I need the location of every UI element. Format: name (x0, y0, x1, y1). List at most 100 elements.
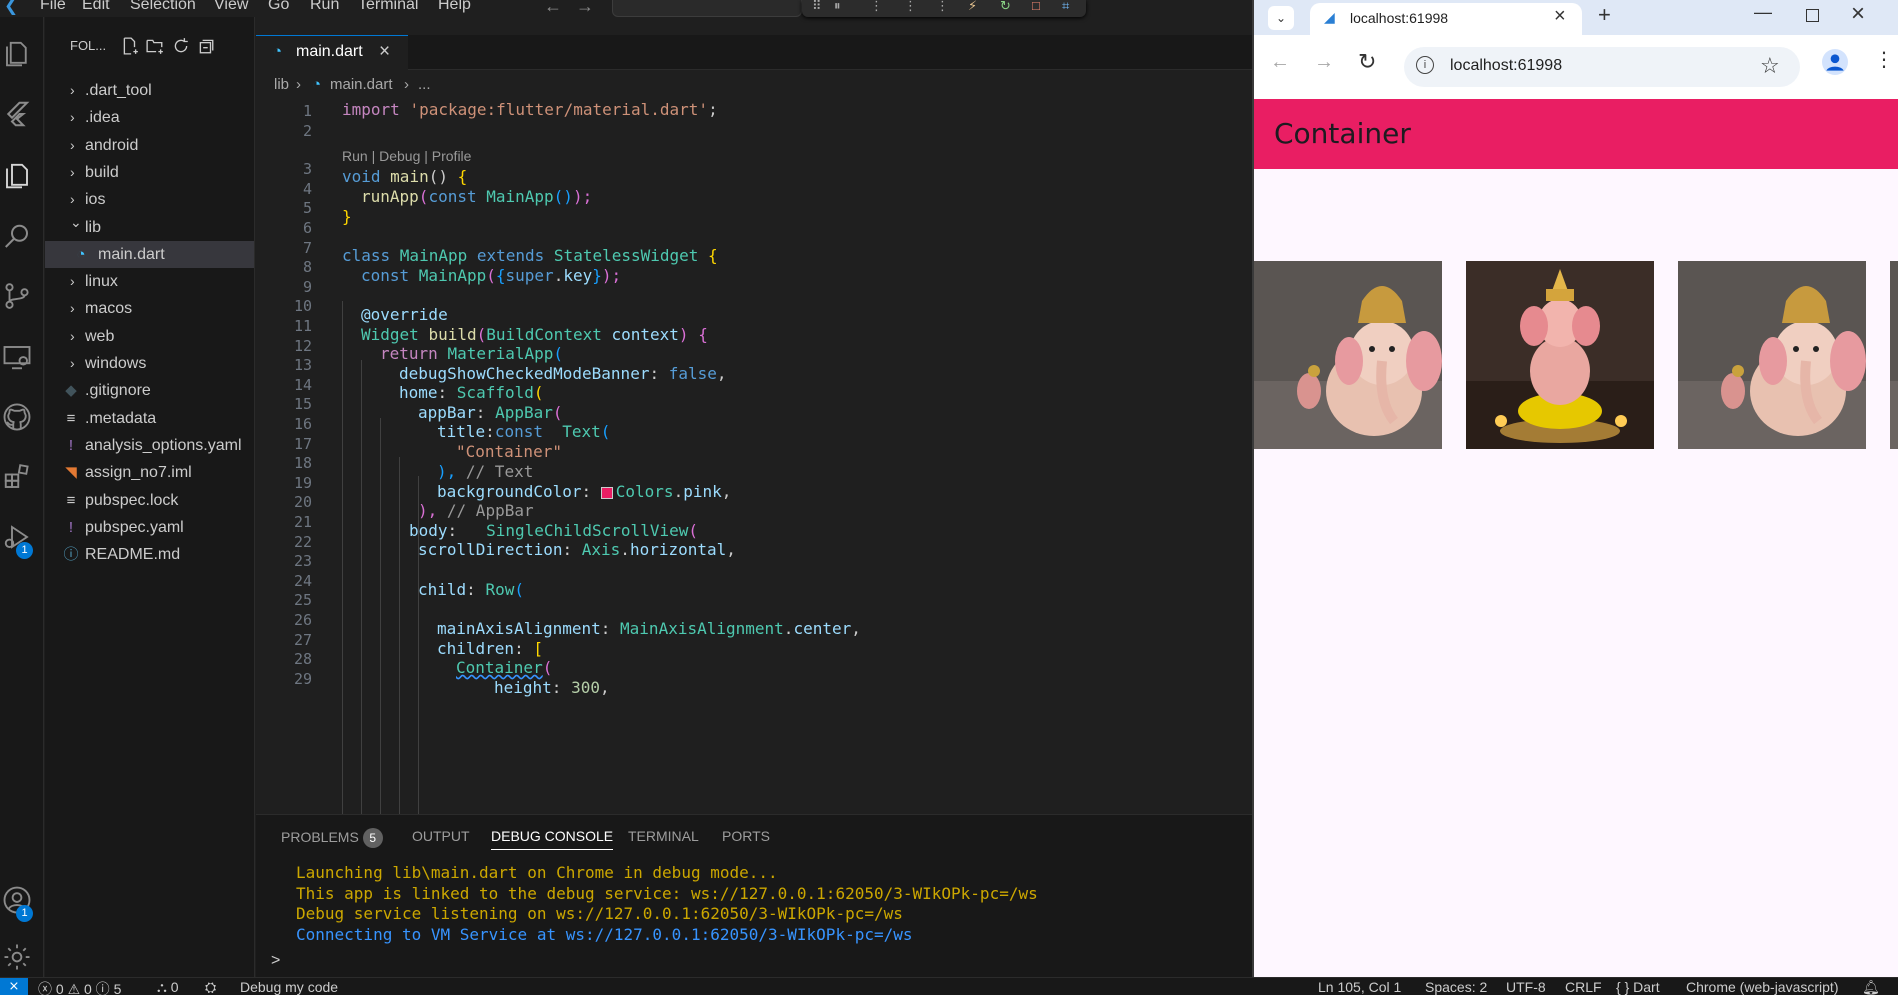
status-problems[interactable]: ⓧ 0 ⚠ 0 ⓘ 5 (38, 979, 121, 995)
remote-explorer-icon[interactable] (2, 342, 34, 374)
panel-tab-terminal[interactable]: TERMINAL (628, 828, 699, 844)
step-over-icon[interactable]: ⋮ (870, 0, 883, 14)
tree-item[interactable]: › web (45, 323, 254, 350)
flutter-icon[interactable] (2, 99, 34, 131)
color-swatch[interactable] (600, 486, 613, 499)
status-spaces[interactable]: Spaces: 2 (1425, 979, 1487, 995)
chevron-down-icon[interactable]: ⌄ (70, 209, 82, 236)
status-ports[interactable]: ⛬ 0 (157, 979, 178, 995)
tree-item[interactable]: ≡ pubspec.lock (45, 487, 254, 514)
chevron-right-icon[interactable]: › (70, 159, 82, 186)
menu-view[interactable]: View (214, 0, 248, 14)
gear-icon[interactable] (2, 942, 34, 974)
accounts-icon[interactable]: 1 (2, 885, 34, 922)
breadcrumb-more[interactable]: ... (418, 76, 431, 93)
close-tab-icon[interactable]: × (1554, 5, 1566, 28)
tree-item[interactable]: ! analysis_options.yaml (45, 432, 254, 459)
menu-edit[interactable]: Edit (82, 0, 110, 14)
panel-tab-output[interactable]: OUTPUT (412, 828, 470, 844)
status-language[interactable]: { } Dart (1616, 979, 1660, 995)
run-debug-icon[interactable]: 1 (2, 522, 34, 559)
console-prompt[interactable]: > (271, 952, 280, 970)
github-icon[interactable] (2, 402, 34, 434)
collapse-all-icon[interactable] (197, 37, 217, 57)
drag-handle-icon[interactable]: ⠿ (812, 0, 822, 14)
bookmark-star-icon[interactable]: ☆ (1760, 53, 1780, 79)
chevron-right-icon[interactable]: › (70, 268, 82, 295)
extensions-icon[interactable] (2, 462, 34, 494)
chevron-right-icon[interactable]: › (70, 350, 82, 377)
tab-main-dart[interactable]: ◔ main.dart × (256, 35, 408, 70)
profile-avatar-icon[interactable] (1822, 49, 1848, 75)
reload-icon[interactable]: ↻ (1358, 49, 1376, 75)
chevron-right-icon[interactable]: › (70, 295, 82, 322)
status-device[interactable]: Chrome (web-javascript) (1686, 979, 1838, 995)
source-control-icon[interactable] (2, 281, 34, 313)
menu-run[interactable]: Run (310, 0, 339, 14)
more-menu-icon[interactable]: ⋮ (1874, 47, 1894, 72)
tree-item[interactable]: ! pubspec.yaml (45, 514, 254, 541)
browser-tab[interactable]: ◢ localhost:61998 × (1310, 3, 1582, 35)
panel-tab-debug-console[interactable]: DEBUG CONSOLE (491, 828, 614, 850)
search-icon[interactable] (2, 222, 34, 254)
new-file-icon[interactable] (121, 37, 141, 57)
site-info-icon[interactable]: i (1416, 56, 1434, 74)
bell-icon[interactable]: 🔔︎ (1862, 979, 1880, 995)
breadcrumb-lib[interactable]: lib (274, 76, 289, 93)
chevron-right-icon[interactable]: › (70, 104, 82, 131)
code-editor[interactable]: 1 2 3 4 5 6 7 8 9 10 11 12 13 14 15 16 17 18 19 20 21 22 23 24 2… (256, 96, 1252, 814)
tree-item[interactable]: ≡ .metadata (45, 405, 254, 432)
close-icon[interactable]: × (379, 41, 390, 63)
close-window-icon[interactable]: × (1851, 0, 1865, 28)
menu-file[interactable]: File (40, 0, 66, 14)
new-tab-icon[interactable]: + (1598, 2, 1611, 28)
status-encoding[interactable]: UTF-8 (1506, 979, 1546, 995)
tab-search-icon[interactable]: ⌄ (1268, 6, 1294, 30)
tree-item[interactable]: ◥ assign_no7.iml (45, 459, 254, 486)
tree-item[interactable]: › .idea (45, 104, 254, 131)
tree-item[interactable]: › windows (45, 350, 254, 377)
status-eol[interactable]: CRLF (1565, 979, 1602, 995)
step-into-icon[interactable]: ⋮ (904, 0, 917, 14)
panel-tab-problems[interactable]: PROBLEMS 5 (281, 828, 383, 848)
flutter-app-body[interactable] (1254, 169, 1898, 977)
remote-indicator-icon[interactable]: ⨯ (0, 978, 28, 995)
hot-reload-icon[interactable]: ⚡ (968, 0, 977, 14)
chevron-right-icon[interactable]: › (70, 77, 82, 104)
address-bar[interactable]: i localhost:61998 ☆ (1404, 47, 1800, 87)
codelens-run-debug[interactable]: Run | Debug | Profile (342, 148, 471, 164)
menu-selection[interactable]: Selection (130, 0, 196, 14)
forward-icon[interactable]: → (1314, 51, 1334, 74)
tree-item[interactable]: › linux (45, 268, 254, 295)
tree-item[interactable]: ◆ .gitignore (45, 377, 254, 404)
minimize-icon[interactable]: — (1754, 2, 1772, 23)
chevron-right-icon[interactable]: › (70, 323, 82, 350)
files-icon[interactable] (2, 39, 34, 71)
pause-icon[interactable]: ⏸ (834, 0, 841, 14)
maximize-icon[interactable] (1806, 9, 1819, 22)
tree-item[interactable]: › build (45, 159, 254, 186)
tree-item[interactable]: › android (45, 132, 254, 159)
files-icon[interactable] (2, 161, 34, 193)
panel-tab-ports[interactable]: PORTS (722, 828, 770, 844)
status-debug[interactable]: Debug my code (240, 979, 338, 995)
new-folder-icon[interactable] (146, 37, 166, 57)
tree-item[interactable]: › .dart_tool (45, 77, 254, 104)
step-out-icon[interactable]: ⋮ (936, 0, 949, 14)
menu-go[interactable]: Go (268, 0, 289, 14)
tree-item[interactable]: ⓘ README.md (45, 541, 254, 568)
back-icon[interactable]: ← (1270, 51, 1290, 74)
breadcrumb-main-dart[interactable]: main.dart (330, 76, 393, 93)
tree-item[interactable]: ◔ main.dart (45, 240, 254, 268)
command-center[interactable] (612, 0, 802, 17)
chevron-right-icon[interactable]: › (70, 132, 82, 159)
devtools-icon[interactable]: ⌗ (1062, 0, 1069, 14)
restart-icon[interactable]: ↻ (1000, 0, 1011, 14)
menu-help[interactable]: Help (438, 0, 471, 14)
menu-terminal[interactable]: Terminal (358, 0, 418, 14)
url-text[interactable]: localhost:61998 (1450, 57, 1562, 75)
tree-item[interactable]: › macos (45, 295, 254, 322)
status-position[interactable]: Ln 105, Col 1 (1318, 979, 1401, 995)
tree-item[interactable]: ⌄ lib (45, 214, 254, 241)
forward-arrow-icon[interactable]: → (576, 0, 608, 16)
